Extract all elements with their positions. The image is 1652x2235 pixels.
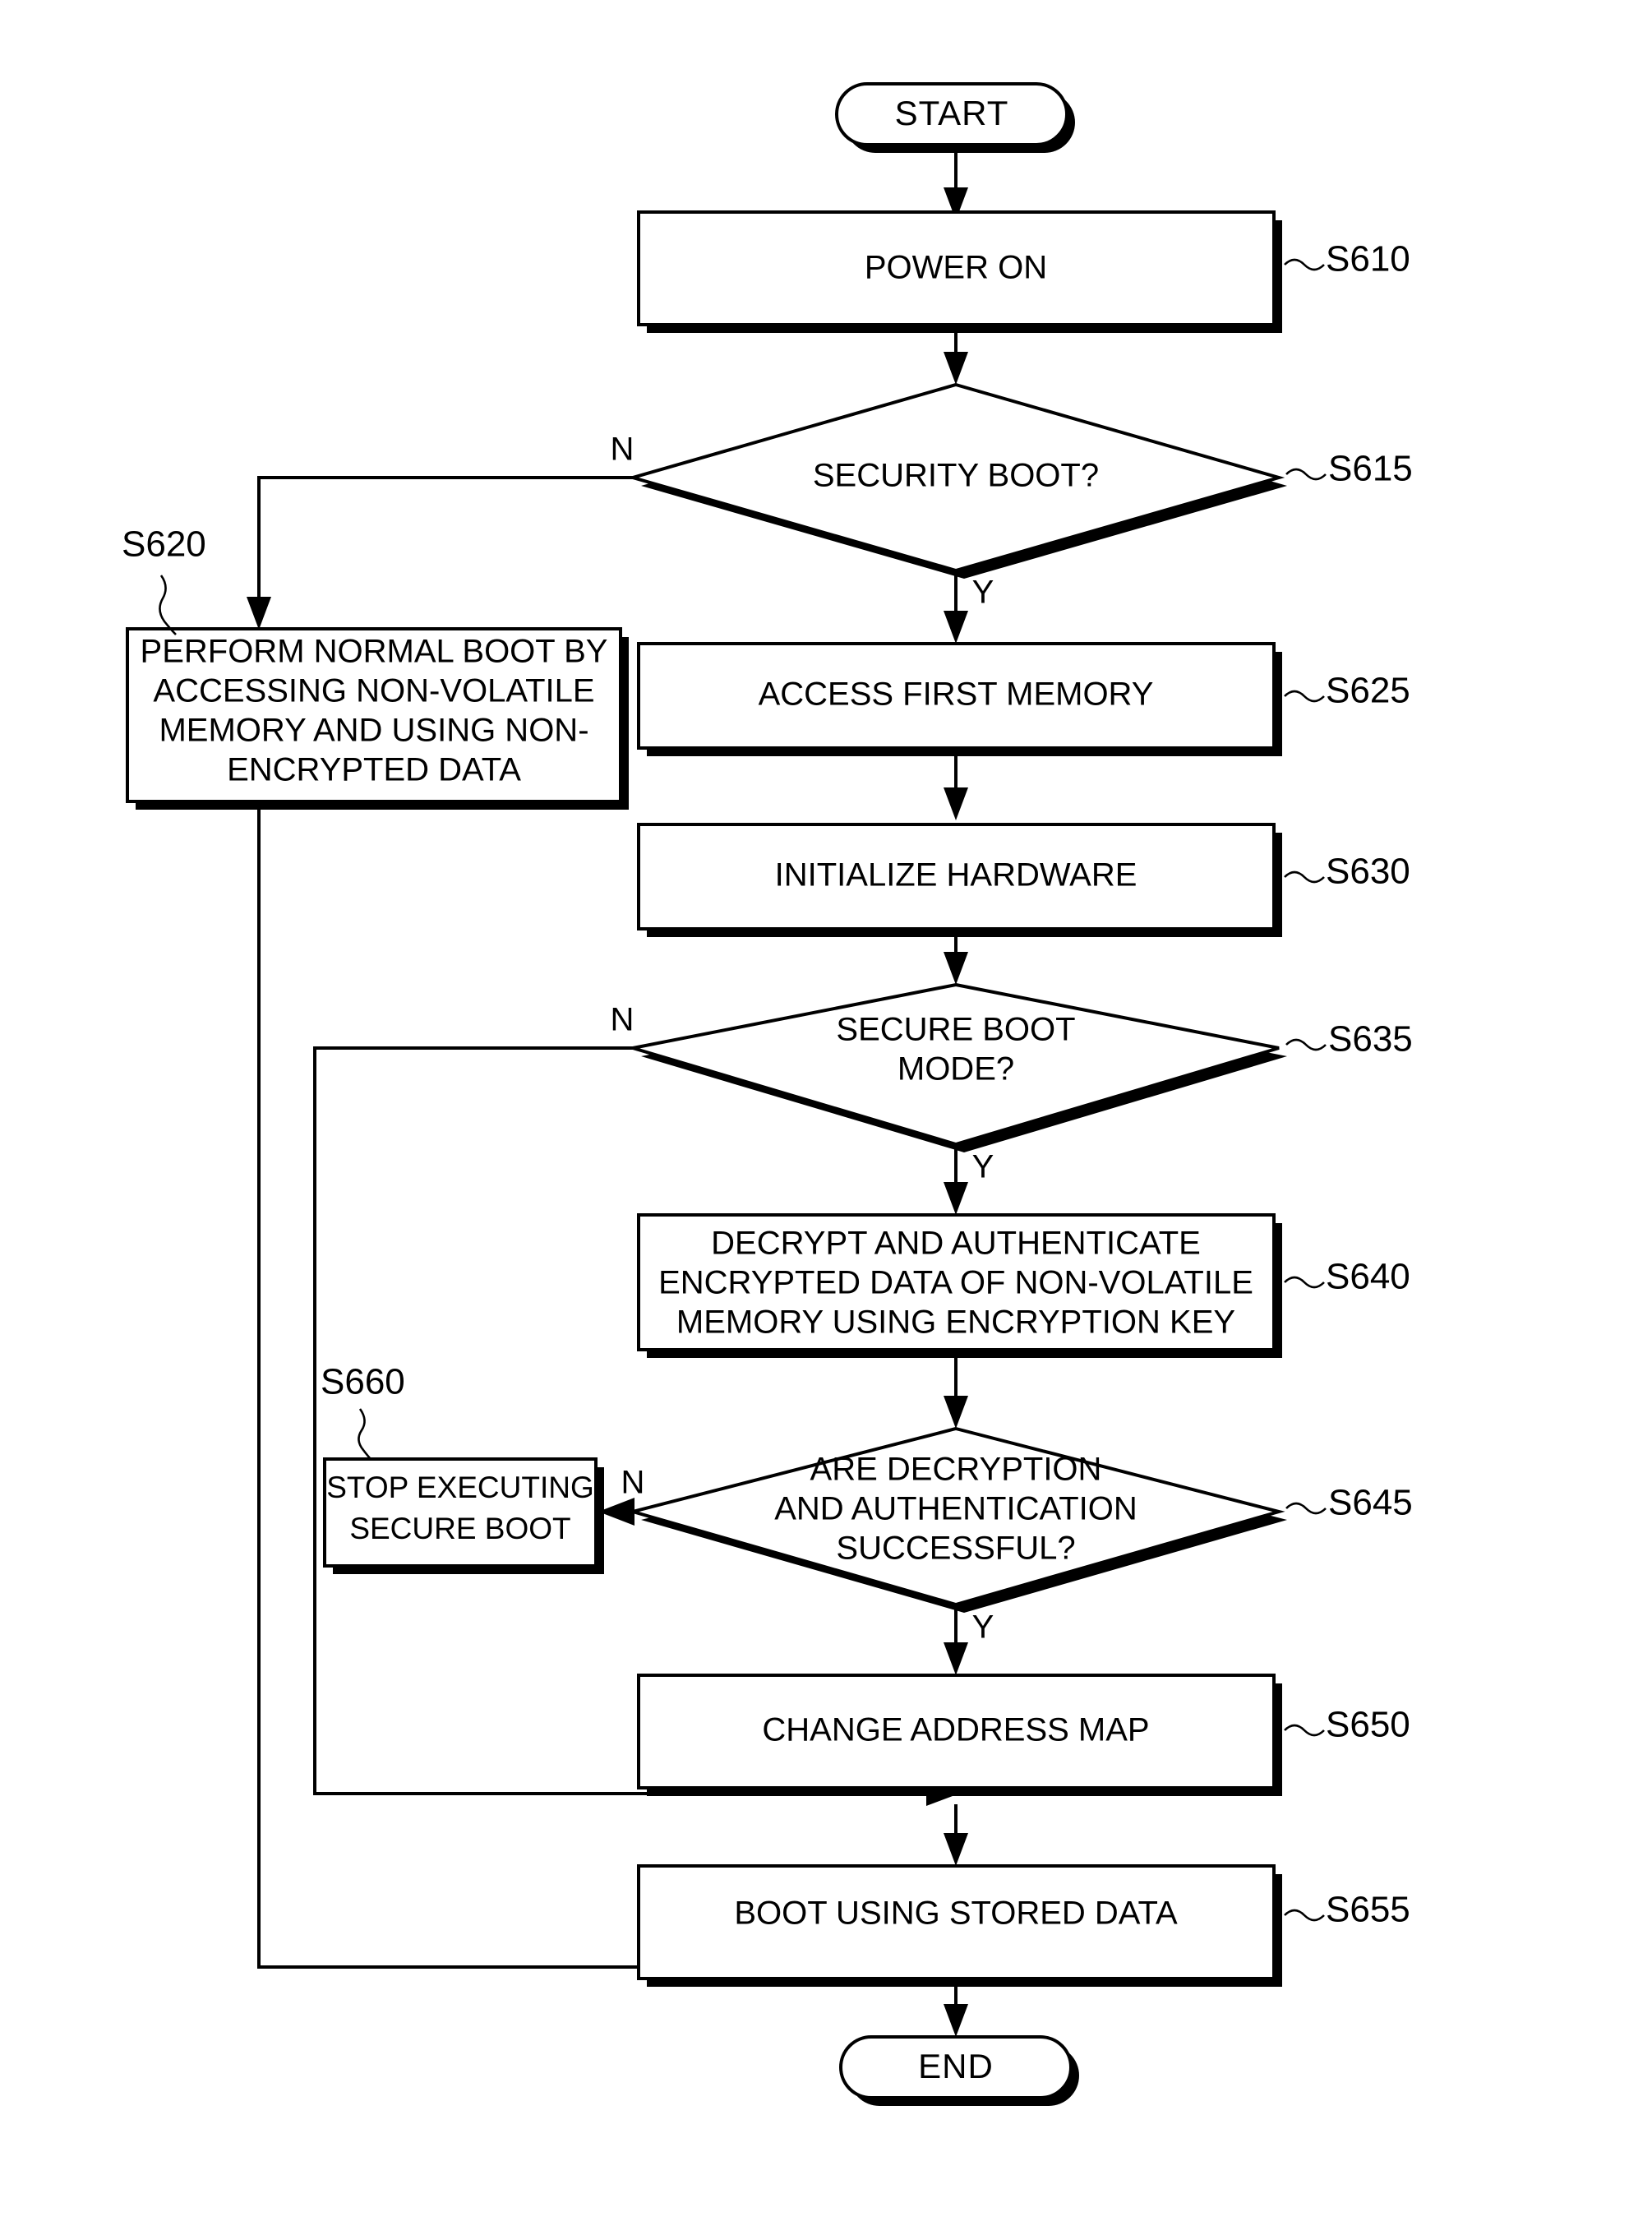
node-s620: PERFORM NORMAL BOOT BY ACCESSING NON-VOL…: [126, 627, 629, 810]
s635-line2: MODE?: [898, 1051, 1014, 1087]
node-s625: ACCESS FIRST MEMORY: [637, 642, 1282, 756]
connector-s640-to-s645: [944, 1358, 968, 1429]
s625-label: ACCESS FIRST MEMORY: [759, 677, 1154, 713]
node-s630: INITIALIZE HARDWARE: [637, 823, 1282, 937]
s640-line2: ENCRYPTED DATA OF NON-VOLATILE: [658, 1265, 1253, 1301]
s635-no-label: N: [611, 1002, 634, 1038]
connector-s635-yes-to-s640: [944, 1144, 968, 1215]
s620-line3: MEMORY AND USING NON-: [159, 713, 588, 749]
flowchart-page: START POWER ON S610 SECURITY BOOT? S615 …: [0, 0, 1652, 2235]
s630-step: S630: [1326, 852, 1410, 892]
connector-s630-to-s635: [944, 937, 968, 985]
s645-line3: SUCCESSFUL?: [836, 1531, 1075, 1567]
steplabel-s655: S655: [1284, 1890, 1410, 1930]
s650-step: S650: [1326, 1705, 1410, 1745]
connector-s645-yes-to-s650: [944, 1605, 968, 1675]
s610-step: S610: [1326, 239, 1410, 279]
s630-label: INITIALIZE HARDWARE: [775, 857, 1137, 894]
s610-label: POWER ON: [865, 250, 1047, 286]
steplabel-s625: S625: [1284, 671, 1410, 711]
s620-line2: ACCESSING NON-VOLATILE: [153, 673, 594, 709]
steplabel-s610: S610: [1284, 239, 1410, 279]
s645-yes-label: Y: [972, 1609, 994, 1646]
s635-yes-label: Y: [972, 1149, 994, 1185]
node-s650: CHANGE ADDRESS MAP: [637, 1674, 1282, 1796]
s620-line1: PERFORM NORMAL BOOT BY: [141, 634, 608, 670]
s615-label: SECURITY BOOT?: [813, 458, 1099, 494]
s620-line4: ENCRYPTED DATA: [227, 752, 521, 788]
s640-line3: MEMORY USING ENCRYPTION KEY: [676, 1305, 1235, 1341]
steplabel-s645: S645: [1285, 1483, 1413, 1523]
node-start: START: [835, 82, 1075, 153]
s615-step: S615: [1328, 449, 1413, 489]
steplabel-s615: S615: [1285, 449, 1413, 489]
connector-s615-yes-to-s625: [944, 570, 968, 644]
node-s660: STOP EXECUTING SECURE BOOT: [323, 1457, 604, 1574]
s635-step: S635: [1328, 1019, 1413, 1060]
end-label: END: [918, 2047, 994, 2085]
steplabel-s650: S650: [1284, 1705, 1410, 1745]
s660-step: S660: [321, 1362, 405, 1402]
steplabel-s640: S640: [1284, 1257, 1410, 1297]
s645-line2: AND AUTHENTICATION: [774, 1491, 1137, 1527]
s660-line1: STOP EXECUTING: [326, 1471, 594, 1504]
s655-label: BOOT USING STORED DATA: [734, 1896, 1178, 1932]
connector-start-to-s610: [944, 148, 968, 220]
connector-s610-to-s615: [944, 333, 968, 385]
s625-step: S625: [1326, 671, 1410, 711]
steplabel-s620: S620: [122, 524, 206, 635]
connector-s615-no-to-s620: [247, 476, 640, 630]
node-s645: ARE DECRYPTION AND AUTHENTICATION SUCCES…: [626, 1426, 1287, 1613]
s640-step: S640: [1326, 1257, 1410, 1297]
node-s615: SECURITY BOOT?: [626, 382, 1287, 579]
s645-no-label: N: [621, 1465, 645, 1501]
node-end: END: [839, 2035, 1079, 2106]
s660-line2: SECURE BOOT: [349, 1512, 570, 1545]
s655-step: S655: [1326, 1890, 1410, 1930]
node-s640: DECRYPT AND AUTHENTICATE ENCRYPTED DATA …: [637, 1213, 1282, 1358]
steplabel-s630: S630: [1284, 852, 1410, 892]
node-s610: POWER ON: [637, 210, 1282, 333]
s640-line1: DECRYPT AND AUTHENTICATE: [711, 1226, 1201, 1262]
s615-yes-label: Y: [972, 575, 994, 611]
s615-no-label: N: [611, 432, 634, 468]
node-s635: SECURE BOOT MODE?: [632, 982, 1287, 1152]
steplabel-s660: S660: [321, 1362, 405, 1461]
s645-line1: ARE DECRYPTION: [810, 1452, 1102, 1488]
node-s655: BOOT USING STORED DATA: [637, 1864, 1282, 1987]
s635-line1: SECURE BOOT: [836, 1012, 1075, 1048]
s620-step: S620: [122, 524, 206, 565]
start-label: START: [895, 94, 1009, 132]
steplabel-s635: S635: [1285, 1019, 1413, 1060]
connector-s625-to-s630: [944, 756, 968, 820]
s645-step: S645: [1328, 1483, 1413, 1523]
s650-label: CHANGE ADDRESS MAP: [762, 1712, 1149, 1748]
flowchart-svg: START POWER ON S610 SECURITY BOOT? S615 …: [122, 82, 1413, 2106]
connector-s650-to-s655: [944, 1804, 968, 1866]
